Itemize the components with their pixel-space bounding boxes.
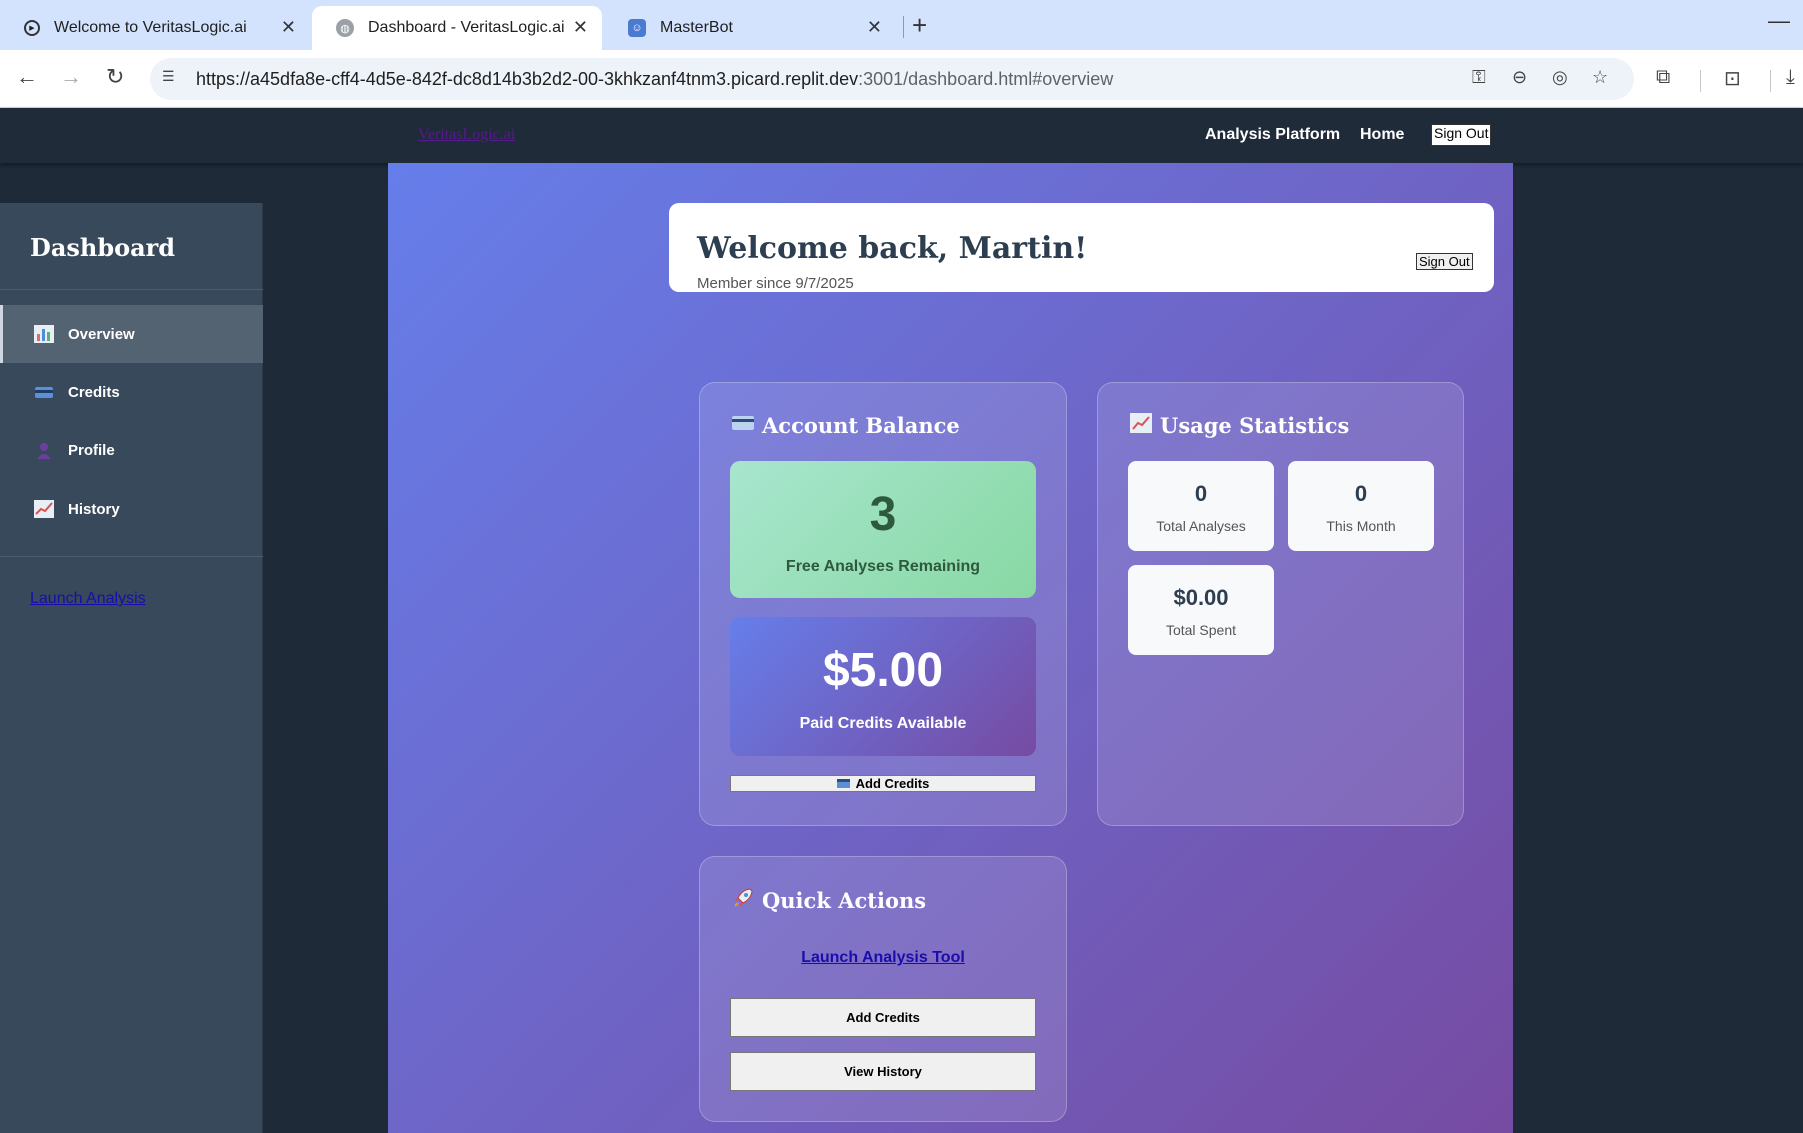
- account-balance-title: Account Balance: [732, 413, 960, 438]
- sidebar-item-credits[interactable]: Credits: [0, 363, 263, 421]
- main-content: Welcome back, Martin! Member since 9/7/2…: [388, 163, 1513, 1133]
- tab-welcome[interactable]: ▶ Welcome to VeritasLogic.ai ✕: [0, 6, 310, 50]
- view-history-button[interactable]: View History: [730, 1052, 1036, 1091]
- tab-separator: [903, 16, 904, 38]
- paid-credits-box: $5.00 Paid Credits Available: [730, 617, 1036, 756]
- zoom-icon[interactable]: ⊖: [1512, 67, 1527, 88]
- rocket-icon: [732, 887, 754, 914]
- stat-value: 0: [1354, 481, 1368, 506]
- sidebar-item-label: Credits: [68, 383, 120, 401]
- paid-credits-amount: $5.00: [822, 644, 944, 697]
- tab-title: Welcome to VeritasLogic.ai: [54, 19, 247, 36]
- browser-tab-bar: ▶ Welcome to VeritasLogic.ai ✕ ◍ Dashboa…: [0, 0, 1803, 50]
- user-icon: [34, 441, 54, 459]
- robot-icon: ☺: [628, 19, 646, 37]
- back-icon[interactable]: ←: [16, 64, 38, 90]
- credit-card-icon: [732, 415, 754, 436]
- address-toolbar: ← → ↻ ☰ https://a45dfa8e-cff4-4d5e-842f-…: [0, 50, 1803, 108]
- quick-actions-title-text: Quick Actions: [762, 888, 927, 913]
- close-icon[interactable]: ✕: [867, 17, 882, 38]
- stat-label: This Month: [1326, 518, 1396, 534]
- sidebar: Dashboard Overview Credits Profile Histo…: [0, 203, 263, 1133]
- free-analyses-count: 3: [869, 488, 897, 541]
- star-icon[interactable]: ☆: [1592, 67, 1608, 88]
- eye-off-icon[interactable]: ◎: [1552, 67, 1568, 88]
- tab-dashboard[interactable]: ◍ Dashboard - VeritasLogic.ai ✕: [312, 6, 602, 50]
- toolbar-divider: [1700, 70, 1701, 92]
- globe-icon: ◍: [336, 19, 354, 37]
- sidebar-item-label: Overview: [68, 325, 135, 343]
- account-balance-title-text: Account Balance: [762, 413, 960, 438]
- nav-home[interactable]: Home: [1360, 126, 1404, 144]
- sidebar-launch-analysis-link[interactable]: Launch Analysis: [30, 590, 146, 608]
- quick-actions-card: Quick Actions Launch Analysis Tool Add C…: [699, 856, 1067, 1122]
- brand-link[interactable]: VeritasLogic.ai: [418, 126, 515, 144]
- toolbar-divider: [1770, 70, 1771, 92]
- welcome-card: Welcome back, Martin! Member since 9/7/2…: [669, 203, 1494, 292]
- sidebar-item-label: Profile: [68, 441, 115, 459]
- forward-icon[interactable]: →: [60, 64, 82, 90]
- sidebar-item-history[interactable]: History: [0, 480, 263, 538]
- member-since-text: Member since 9/7/2025: [697, 275, 854, 292]
- welcome-heading: Welcome back, Martin!: [697, 231, 1088, 266]
- omnibox[interactable]: ☰ https://a45dfa8e-cff4-4d5e-842f-dc8d14…: [150, 58, 1634, 100]
- bar-chart-icon: [34, 325, 54, 343]
- trend-chart-icon: [34, 500, 54, 518]
- new-tab-icon[interactable]: +: [912, 10, 927, 41]
- minimize-icon[interactable]: —: [1768, 8, 1790, 34]
- trend-chart-icon: [1130, 413, 1152, 438]
- url-text[interactable]: https://a45dfa8e-cff4-4d5e-842f-dc8d14b3…: [196, 69, 1113, 90]
- stat-label: Total Analyses: [1156, 518, 1246, 534]
- key-icon[interactable]: ⚿: [1472, 67, 1486, 88]
- tab-masterbot[interactable]: ☺ MasterBot ✕: [604, 6, 896, 50]
- site-info-icon[interactable]: ☰: [162, 68, 184, 90]
- url-path: :3001/dashboard.html#overview: [858, 69, 1114, 89]
- account-balance-card: Account Balance 3 Free Analyses Remainin…: [699, 382, 1067, 826]
- cast-search-icon[interactable]: ⊡: [1724, 66, 1741, 91]
- nav-analysis-platform[interactable]: Analysis Platform: [1205, 126, 1340, 144]
- close-icon[interactable]: ✕: [573, 17, 588, 38]
- stat-value: 0: [1194, 481, 1208, 506]
- usage-statistics-title-text: Usage Statistics: [1160, 413, 1350, 438]
- launch-analysis-tool-link[interactable]: Launch Analysis Tool: [700, 949, 1066, 967]
- reload-icon[interactable]: ↻: [106, 64, 124, 90]
- quick-add-credits-button[interactable]: Add Credits: [730, 998, 1036, 1037]
- credit-card-icon: [836, 779, 850, 788]
- welcome-signout-button[interactable]: Sign Out: [1416, 253, 1473, 270]
- sidebar-item-profile[interactable]: Profile: [0, 421, 263, 479]
- add-credits-label: Add Credits: [855, 776, 930, 791]
- free-analyses-label: Free Analyses Remaining: [785, 558, 981, 575]
- sidebar-item-overview[interactable]: Overview: [0, 305, 263, 363]
- sidebar-divider: [0, 289, 263, 290]
- site-header: VeritasLogic.ai Analysis Platform Home S…: [0, 108, 1803, 163]
- sidebar-title: Dashboard: [30, 233, 176, 262]
- close-icon[interactable]: ✕: [281, 17, 296, 38]
- tab-title: MasterBot: [660, 19, 733, 36]
- tab-title: Dashboard - VeritasLogic.ai: [368, 19, 565, 36]
- stat-total-spent: $0.00 Total Spent: [1128, 565, 1274, 655]
- paid-credits-label: Paid Credits Available: [799, 715, 967, 732]
- stat-value: $0.00: [1173, 585, 1229, 610]
- add-credits-button[interactable]: Add Credits: [730, 775, 1036, 792]
- stat-this-month: 0 This Month: [1288, 461, 1434, 551]
- usage-statistics-title: Usage Statistics: [1130, 413, 1349, 438]
- stat-total-analyses: 0 Total Analyses: [1128, 461, 1274, 551]
- sidebar-divider: [0, 556, 263, 557]
- url-host: https://a45dfa8e-cff4-4d5e-842f-dc8d14b3…: [196, 69, 859, 89]
- sidebar-item-label: History: [68, 500, 120, 518]
- quick-actions-title: Quick Actions: [732, 887, 926, 914]
- extensions-icon[interactable]: ⧉: [1656, 66, 1670, 89]
- usage-statistics-card: Usage Statistics 0 Total Analyses 0 This…: [1097, 382, 1464, 826]
- header-signout-button[interactable]: Sign Out: [1431, 124, 1492, 146]
- free-analyses-box: 3 Free Analyses Remaining: [730, 461, 1036, 598]
- credit-card-icon: [34, 383, 54, 401]
- circle-play-icon: ▶: [24, 20, 40, 36]
- stat-label: Total Spent: [1165, 622, 1237, 638]
- download-icon[interactable]: ⤓: [1786, 66, 1795, 89]
